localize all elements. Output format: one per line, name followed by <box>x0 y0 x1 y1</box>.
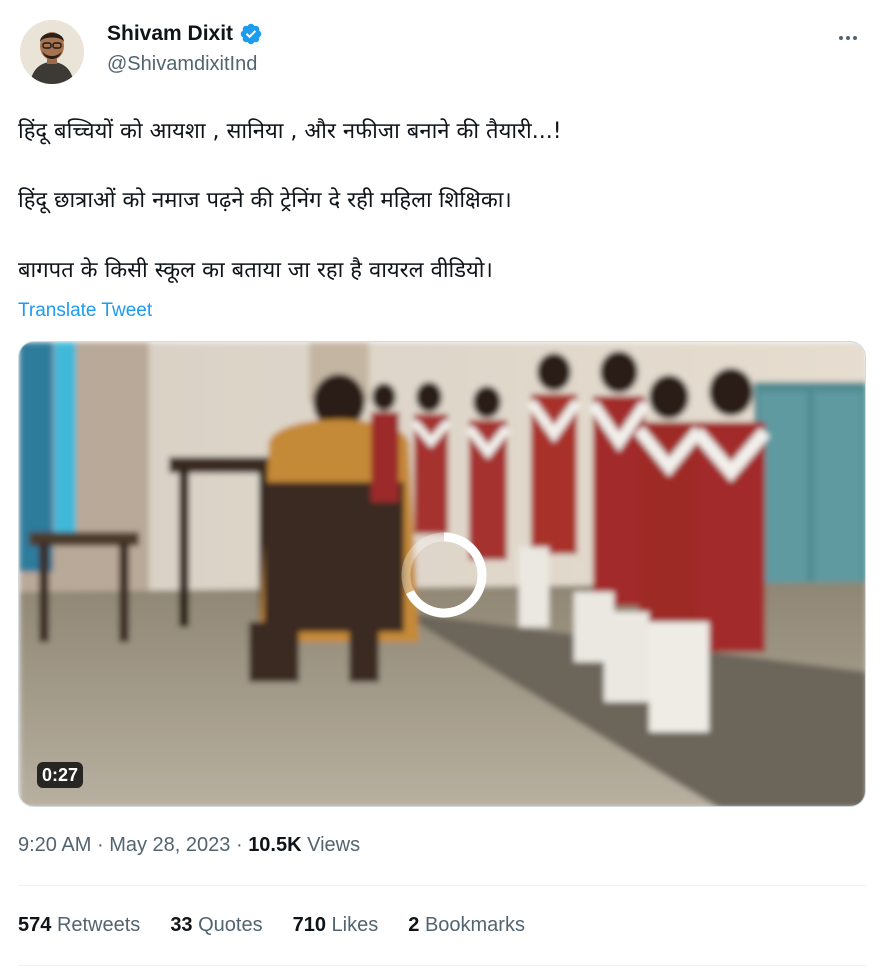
video-duration-badge: 0:27 <box>37 762 84 788</box>
translate-tweet-link[interactable]: Translate Tweet <box>18 300 152 322</box>
quotes-stat[interactable]: 33 Quotes <box>170 914 262 937</box>
tweet-card: Shivam Dixit @ShivamdixitInd हिंदू बच्चि… <box>0 0 888 970</box>
stat-label: Likes <box>331 914 379 936</box>
stat-count: 574 <box>18 914 52 936</box>
views-label: Views <box>307 834 361 856</box>
stat-count: 2 <box>408 914 420 936</box>
tweet-time[interactable]: 9:20 AM <box>18 834 91 856</box>
tweet-text-line: हिंदू छात्राओं को नमाज पढ़ने की ट्रेनिंग… <box>18 188 512 213</box>
profile-photo-icon <box>20 20 84 84</box>
author-name-row: Shivam Dixit <box>107 22 263 46</box>
likes-stat[interactable]: 710 Likes <box>293 914 379 937</box>
divider <box>18 965 866 966</box>
author-handle[interactable]: @ShivamdixitInd <box>107 53 257 76</box>
stat-count: 33 <box>170 914 193 936</box>
tweet-date[interactable]: May 28, 2023 <box>109 834 230 856</box>
tweet-text-line: हिंदू बच्चियों को आयशा , सानिया , और नफी… <box>18 119 562 144</box>
tweet-text-line: बागपत के किसी स्कूल का बताया जा रहा है व… <box>18 258 493 283</box>
stat-label: Retweets <box>56 914 141 936</box>
meta-separator: · <box>235 834 243 856</box>
stat-label: Bookmarks <box>424 914 525 936</box>
more-options-button[interactable] <box>830 20 866 56</box>
avatar[interactable] <box>20 20 84 84</box>
stat-label: Quotes <box>198 914 263 936</box>
retweets-stat[interactable]: 574 Retweets <box>18 914 140 937</box>
views-count: 10.5K <box>248 834 302 856</box>
engagement-stats: 574 Retweets 33 Quotes 710 Likes 2 Bookm… <box>18 914 525 937</box>
video-player[interactable]: 0:27 <box>18 341 866 807</box>
author-display-name[interactable]: Shivam Dixit <box>107 22 233 46</box>
stat-count: 710 <box>292 914 326 936</box>
more-dots-icon <box>839 36 857 40</box>
meta-separator: · <box>96 834 104 856</box>
loading-spinner-icon <box>401 532 487 618</box>
verified-badge-icon <box>240 23 262 45</box>
divider <box>18 885 866 886</box>
bookmarks-stat[interactable]: 2 Bookmarks <box>408 914 525 937</box>
tweet-meta: 9:20 AM · May 28, 2023 · 10.5K Views <box>18 834 360 857</box>
